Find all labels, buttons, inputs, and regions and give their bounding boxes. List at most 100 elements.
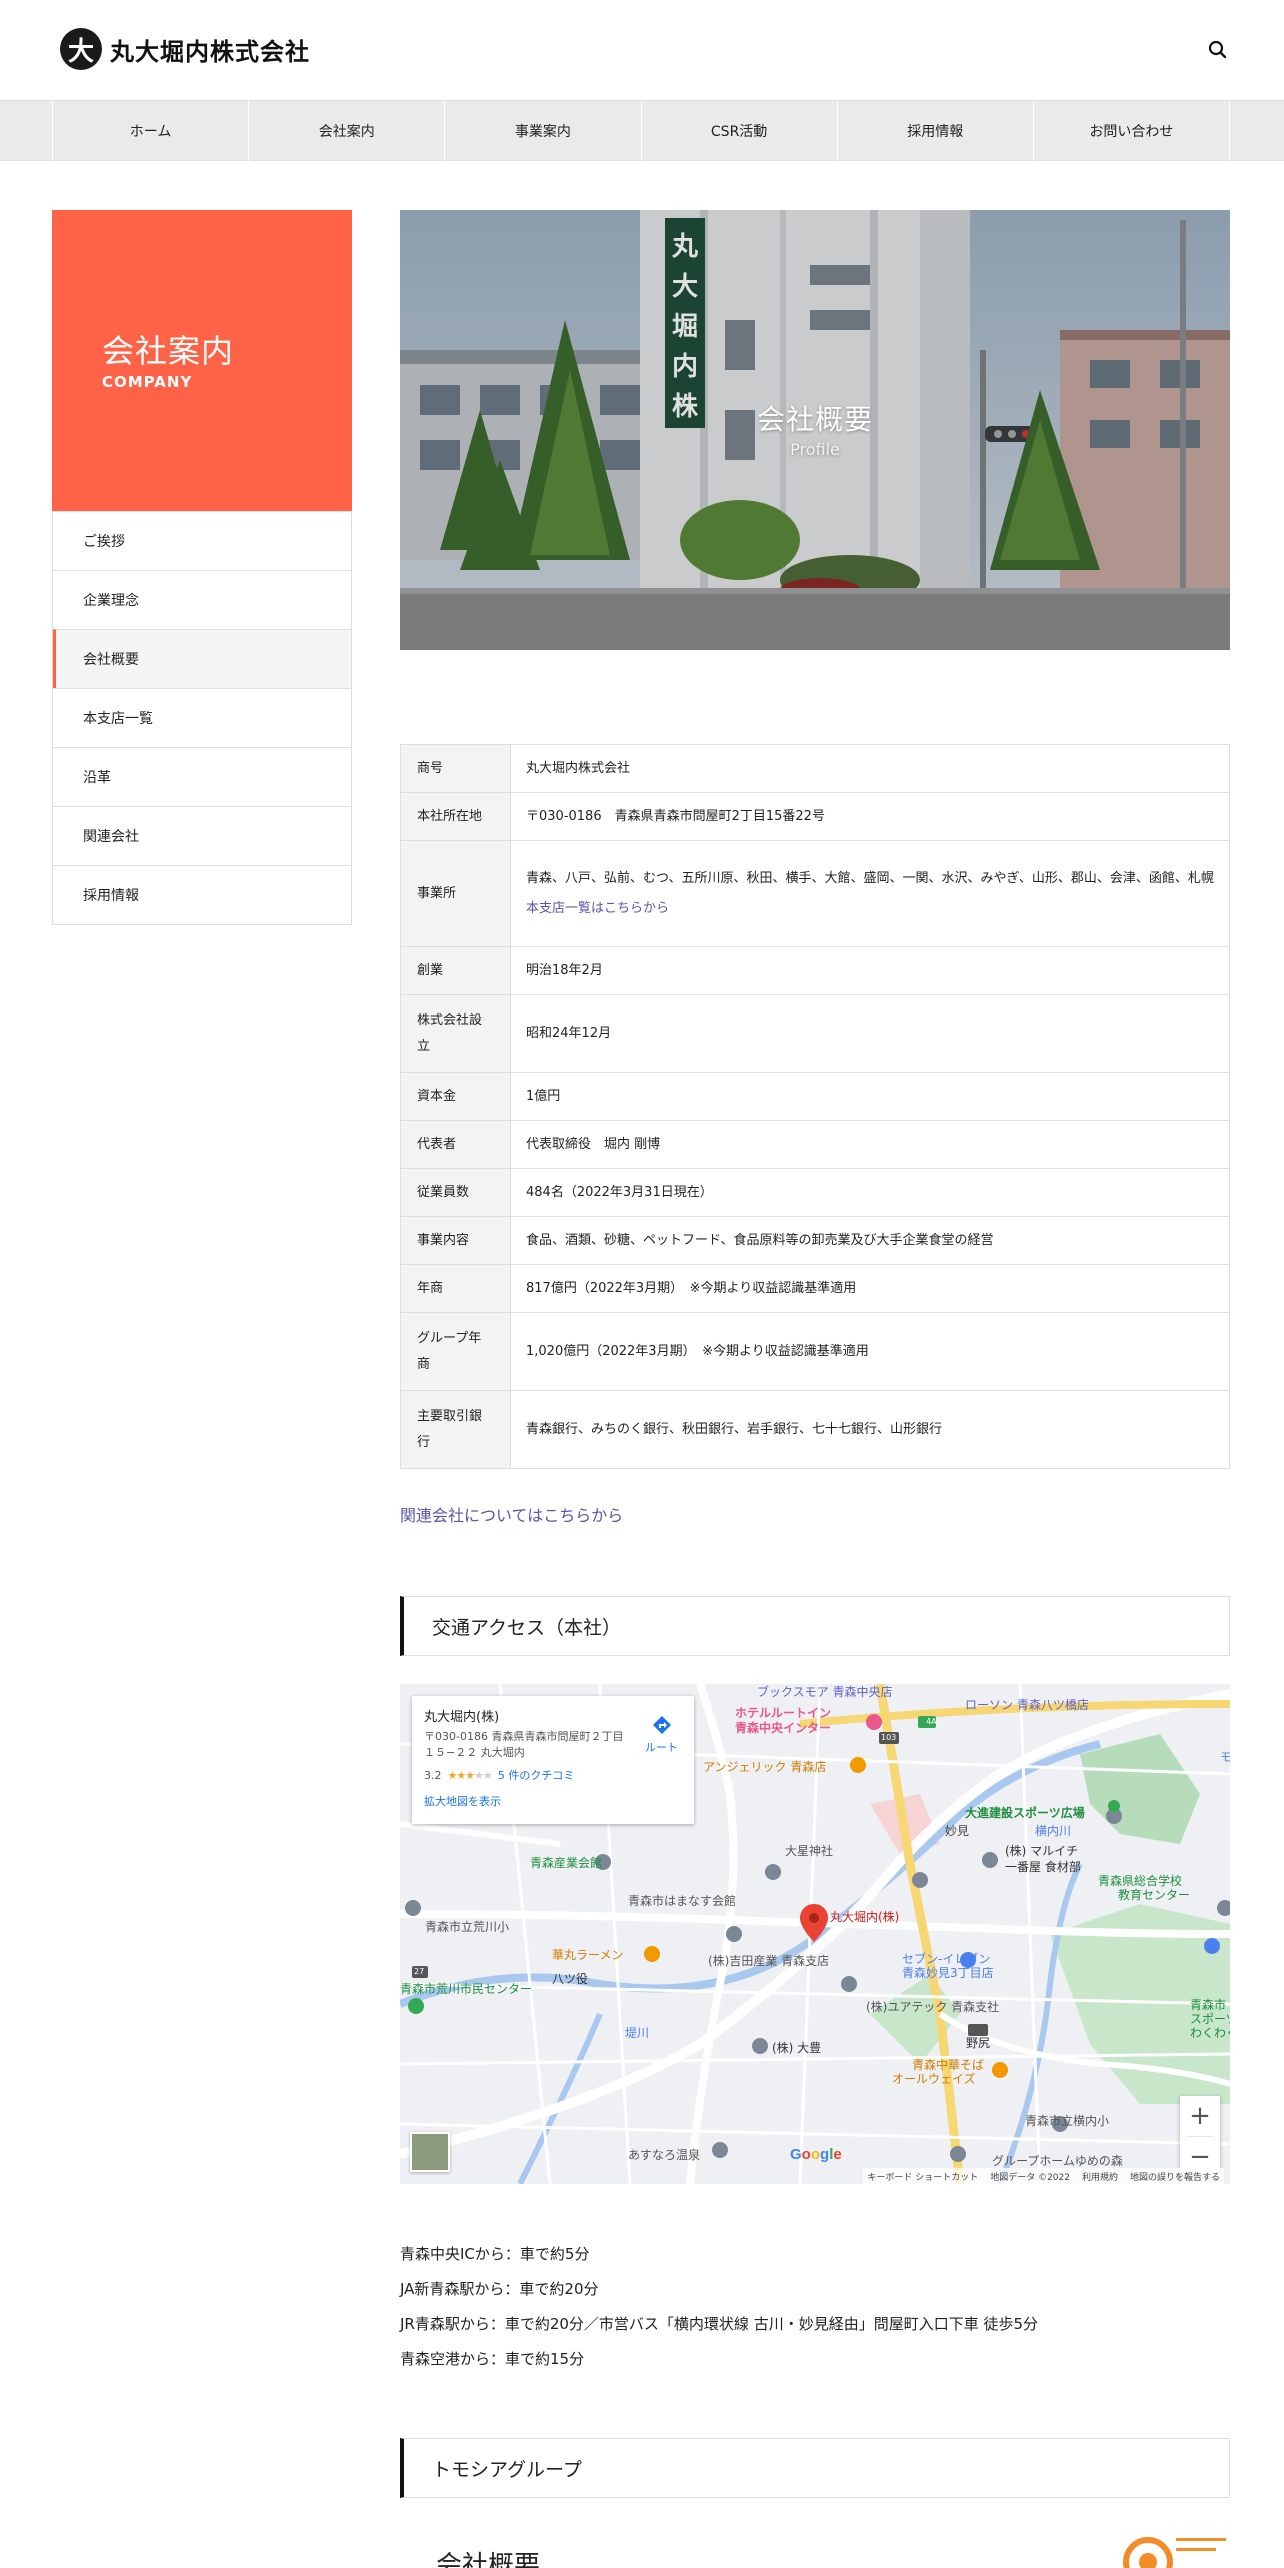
branches-link[interactable]: 本支店一覧はこちらから [526, 901, 669, 916]
keyboard-shortcuts-link[interactable]: キーボード ショートカット [867, 2170, 978, 2183]
table-row: 本社所在地 〒030-0186 青森県青森市問屋町2丁目15番22号 [400, 792, 1230, 841]
sidebar-item-greeting[interactable]: ご挨拶 [53, 511, 351, 570]
nav-item-contact[interactable]: お問い合わせ [1032, 101, 1231, 161]
map-label: 青森市立横内小 [1025, 2114, 1110, 2128]
map-label: (株) 大豊 [772, 2041, 822, 2055]
map-label: ブックスモア 青森中央店 [757, 1685, 893, 1699]
site-logo[interactable]: 大 丸大堀内株式会社 [60, 28, 310, 70]
row-value-banks: 青森銀行、みちのく銀行、秋田銀行、岩手銀行、七十七銀行、山形銀行 [510, 1390, 1230, 1469]
nav-item-home[interactable]: ホーム [52, 101, 248, 161]
google-map[interactable]: ブックスモア 青森中央店 ホテルルートイン 青森中央インター ローソン 青森八ツ… [400, 1684, 1230, 2184]
rating-stars: ★★★★★ [447, 1768, 493, 1782]
map-label: 八ツ役 [552, 1972, 589, 1986]
row-label-name: 商号 [400, 744, 511, 793]
row-value-business: 食品、酒類、砂糖、ペットフード、食品原料等の卸売業及び大手企業食堂の経営 [510, 1216, 1230, 1265]
rating-value: 3.2 [424, 1768, 442, 1782]
table-row: 創業 明治18年2月 [400, 946, 1230, 995]
table-row: 代表者 代表取締役 堀内 剛博 [400, 1120, 1230, 1169]
row-label-representative: 代表者 [400, 1120, 511, 1169]
sidebar-item-history[interactable]: 沿革 [53, 747, 351, 806]
sidebar-item-recruit[interactable]: 採用情報 [53, 865, 351, 924]
larger-map-link[interactable]: 拡大地図を表示 [424, 1793, 682, 1809]
route-button[interactable]: ルート [645, 1714, 678, 1755]
table-row: 従業員数 484名（2022年3月31日現在） [400, 1168, 1230, 1217]
company-profile-table: 商号 丸大堀内株式会社 本社所在地 〒030-0186 青森県青森市問屋町2丁目… [400, 744, 1230, 1469]
nav-item-business[interactable]: 事業案内 [444, 101, 640, 161]
row-value-founded: 明治18年2月 [510, 946, 1230, 995]
nav-item-recruit[interactable]: 採用情報 [836, 101, 1033, 161]
map-label: 教育センター [1118, 1888, 1191, 1902]
global-nav: ホーム 会社案内 事業案内 CSR活動 採用情報 お問い合わせ [0, 100, 1284, 161]
map-label: (株)ユアテック 青森支社 [866, 2000, 1000, 2014]
table-row: 資本金 1億円 [400, 1072, 1230, 1121]
access-line: 青森空港から：車で約15分 [400, 2350, 585, 2368]
terms-link[interactable]: 利用規約 [1082, 2170, 1118, 2183]
zoom-control: + − [1180, 2096, 1220, 2176]
row-label-founded: 創業 [400, 946, 511, 995]
hero-image: 丸 大 堀 内 株 会社概要 Profile [400, 210, 1230, 650]
place-card: 丸大堀内(株) 〒030-0186 青森県青森市問屋町２丁目１５−２２ 丸大堀内… [412, 1696, 694, 1824]
row-value-hq: 〒030-0186 青森県青森市問屋町2丁目15番22号 [510, 792, 1230, 841]
reviews-link[interactable]: 5 件のクチコミ [498, 1767, 575, 1783]
street-view-thumbnail[interactable] [410, 2132, 450, 2172]
map-label: 27 [414, 1967, 425, 1976]
table-row: 事業内容 食品、酒類、砂糖、ペットフード、食品原料等の卸売業及び大手企業食堂の経… [400, 1216, 1230, 1265]
sidebar-header: 会社案内 COMPANY [52, 210, 352, 511]
offices-text: 青森、八戸、弘前、むつ、五所川原、秋田、横手、大館、盛岡、一関、水沢、みやぎ、山… [526, 870, 1214, 886]
report-error-link[interactable]: 地図の誤りを報告する [1130, 2170, 1220, 2183]
map-label: (株) マルイチ [1005, 1844, 1079, 1858]
table-row: 年商 817億円（2022年3月期） ※今期より収益認識基準適用 [400, 1264, 1230, 1313]
nav-item-csr[interactable]: CSR活動 [640, 101, 837, 161]
map-label: グループホームゆめの森 [992, 2154, 1123, 2168]
group-profile-title: 会社概要 [436, 2551, 541, 2568]
map-label: 華丸ラーメン [552, 1948, 624, 1962]
map-data-credit: 地図データ ©2022 [990, 2172, 1070, 2183]
row-label-sales: 年商 [400, 1264, 511, 1313]
row-label-banks: 主要取引銀行 [400, 1390, 511, 1469]
map-label: 青森市立荒川小 [425, 1920, 510, 1934]
route-label: ルート [645, 1741, 678, 1754]
map-label: 横内川 [1035, 1824, 1072, 1838]
table-row: 主要取引銀行 青森銀行、みちのく銀行、秋田銀行、岩手銀行、七十七銀行、山形銀行 [400, 1390, 1230, 1469]
access-directions: 青森中央ICから：車で約5分 JA新青森駅から：車で約20分 JR青森駅から：車… [400, 2237, 1038, 2377]
map-label: 青森市はまなす会館 [628, 1894, 737, 1908]
related-companies-link[interactable]: 関連会社についてはこちらから [400, 1502, 623, 1526]
row-value-representative: 代表取締役 堀内 剛博 [510, 1120, 1230, 1169]
row-value-capital: 1億円 [510, 1072, 1230, 1121]
search-icon[interactable] [1204, 36, 1232, 64]
table-row: グループ年商 1,020億円（2022年3月期） ※今期より収益認識基準適用 [400, 1312, 1230, 1391]
map-label: 青森妙見3丁目店 [902, 1966, 994, 1980]
map-label: あすなろ温泉 [628, 2148, 701, 2162]
map-pin-label[interactable]: 丸大堀内(株) [830, 1908, 899, 1925]
place-title: 丸大堀内(株) [424, 1710, 500, 1725]
map-label: (株)吉田産業 青森支店 [708, 1954, 830, 1968]
tomosia-logo [1118, 2524, 1230, 2568]
sidebar-item-affiliates[interactable]: 関連会社 [53, 806, 351, 865]
map-label: 4A [926, 1717, 937, 1726]
zoom-in-button[interactable]: + [1180, 2096, 1220, 2136]
place-rating: 3.2 ★★★★★ 5 件のクチコミ [424, 1767, 682, 1783]
hero-subtitle: Profile [790, 440, 840, 459]
row-value-incorporated: 昭和24年12月 [510, 994, 1230, 1073]
map-footer: キーボード ショートカット 地図データ ©2022 利用規約 地図の誤りを報告す… [863, 2168, 1224, 2184]
table-row: 事業所 青森、八戸、弘前、むつ、五所川原、秋田、横手、大館、盛岡、一関、水沢、み… [400, 840, 1230, 947]
row-value-group-sales: 1,020億円（2022年3月期） ※今期より収益認識基準適用 [510, 1312, 1230, 1391]
group-heading: トモシアグループ [400, 2438, 1230, 2498]
sidebar-item-branches[interactable]: 本支店一覧 [53, 688, 351, 747]
row-value-employees: 484名（2022年3月31日現在） [510, 1168, 1230, 1217]
logo-mark: 大 [60, 28, 102, 70]
access-line: JA新青森駅から：車で約20分 [400, 2280, 599, 2298]
sidebar-title: 会社案内 [102, 332, 235, 370]
table-row: 商号 丸大堀内株式会社 [400, 744, 1230, 793]
map-label: モ [1220, 1750, 1230, 1764]
map-label: 堤川 [625, 2026, 650, 2040]
sidebar-item-philosophy[interactable]: 企業理念 [53, 570, 351, 629]
map-label: 103 [881, 1733, 897, 1742]
row-label-capital: 資本金 [400, 1072, 511, 1121]
nav-item-company[interactable]: 会社案内 [248, 101, 444, 161]
sidebar-item-profile[interactable]: 会社概要 [53, 629, 351, 688]
map-label: オールウェイズ [892, 2072, 976, 2086]
map-label: 妙見 [945, 1824, 970, 1838]
place-address: 〒030-0186 青森県青森市問屋町２丁目１５−２２ 丸大堀内 [424, 1730, 624, 1759]
map-label: 一番屋 食材部 [1005, 1860, 1081, 1874]
